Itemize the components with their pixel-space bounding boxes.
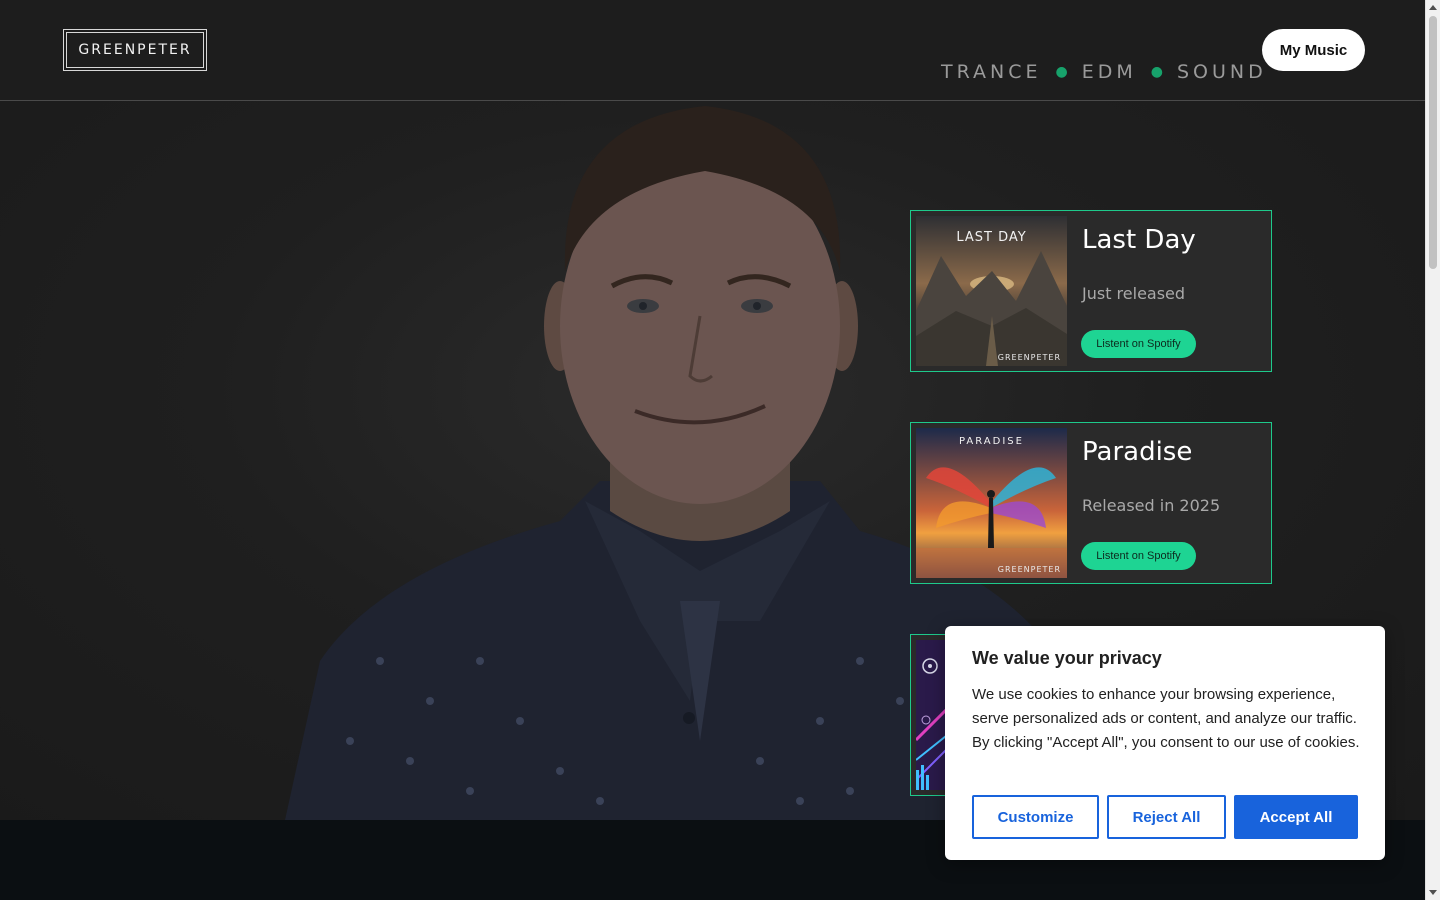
cookie-title: We value your privacy bbox=[972, 648, 1162, 668]
logo-text: GREENPETER bbox=[66, 32, 204, 68]
customize-button[interactable]: Customize bbox=[972, 795, 1099, 839]
cover-title: PARADISE bbox=[959, 436, 1024, 447]
site-header: GREENPETER TRANCE ● EDM ● SOUND My Music bbox=[0, 0, 1425, 101]
release-card[interactable]: LAST DAY GREENPETER Last Day Just releas… bbox=[910, 210, 1272, 372]
tagline: TRANCE ● EDM ● SOUND bbox=[941, 60, 1267, 84]
spotify-button[interactable]: Listent on Spotify bbox=[1081, 542, 1196, 570]
release-card[interactable]: PARADISE GREENPETER Paradise Released in… bbox=[910, 422, 1272, 584]
release-subtitle: Released in 2025 bbox=[1082, 496, 1221, 515]
scroll-up-icon[interactable] bbox=[1429, 5, 1437, 10]
release-title: Last Day bbox=[1082, 225, 1196, 255]
reject-all-button[interactable]: Reject All bbox=[1107, 795, 1226, 839]
my-music-button[interactable]: My Music bbox=[1262, 29, 1365, 71]
scrollbar-thumb[interactable] bbox=[1429, 16, 1437, 269]
album-cover[interactable]: LAST DAY GREENPETER bbox=[916, 216, 1067, 366]
vertical-scrollbar[interactable] bbox=[1425, 0, 1440, 900]
cookie-body: We use cookies to enhance your browsing … bbox=[972, 686, 1360, 751]
cookie-consent-dialog: We value your privacy We use cookies to … bbox=[945, 626, 1385, 860]
cover-art-image bbox=[916, 428, 1067, 578]
release-subtitle: Just released bbox=[1082, 284, 1186, 303]
tagline-word: TRANCE bbox=[941, 61, 1042, 83]
dot-icon: ● bbox=[1055, 64, 1068, 80]
cover-title: LAST DAY bbox=[956, 230, 1027, 245]
spotify-button[interactable]: Listent on Spotify bbox=[1081, 330, 1196, 358]
accept-all-button[interactable]: Accept All bbox=[1234, 795, 1358, 839]
album-cover[interactable]: PARADISE GREENPETER bbox=[916, 428, 1067, 578]
scroll-down-icon[interactable] bbox=[1429, 890, 1437, 895]
tagline-word: SOUND bbox=[1177, 61, 1267, 83]
logo[interactable]: GREENPETER bbox=[63, 29, 207, 71]
cover-brand: GREENPETER bbox=[997, 353, 1061, 362]
dot-icon: ● bbox=[1150, 64, 1163, 80]
cover-brand: GREENPETER bbox=[997, 565, 1061, 574]
tagline-word: EDM bbox=[1081, 61, 1137, 83]
release-title: Paradise bbox=[1082, 437, 1193, 467]
page: GREENPETER TRANCE ● EDM ● SOUND My Music bbox=[0, 0, 1425, 900]
